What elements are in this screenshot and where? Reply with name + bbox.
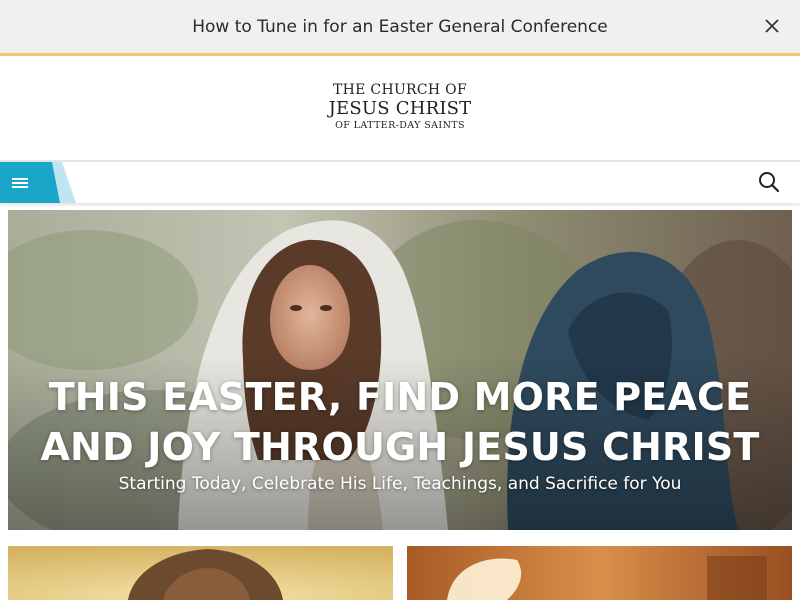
hero-subtitle: Starting Today, Celebrate His Life, Teac…: [118, 474, 682, 494]
painting-of-christ-card-image: [8, 546, 393, 600]
logo-line-1: THE CHURCH OF: [333, 82, 467, 98]
feature-card-left[interactable]: [8, 546, 393, 600]
feature-card-right[interactable]: [407, 546, 792, 600]
church-logo[interactable]: THE CHURCH OF JESUS CHRIST OF LATTER-DAY…: [0, 83, 800, 131]
logo-line-3: OF LATTER-DAY SAINTS: [335, 120, 465, 131]
empty-tomb-card-image: [407, 546, 792, 600]
search-icon[interactable]: [758, 171, 780, 193]
hero-title-line-2: AND JOY THROUGH JESUS CHRIST: [40, 425, 760, 469]
logo-header: THE CHURCH OF JESUS CHRIST OF LATTER-DAY…: [0, 56, 800, 160]
announcement-text[interactable]: How to Tune in for an Easter General Con…: [0, 17, 800, 37]
navigation-bar: [0, 160, 800, 203]
announcement-banner[interactable]: How to Tune in for an Easter General Con…: [0, 0, 800, 56]
hamburger-menu-icon: [12, 175, 30, 189]
hero-banner[interactable]: THIS EASTER, FIND MORE PEACE AND JOY THR…: [8, 210, 792, 530]
logo-line-2: JESUS CHRIST: [328, 98, 472, 119]
menu-button[interactable]: [0, 162, 76, 203]
close-icon[interactable]: [762, 16, 782, 36]
hero-title: THIS EASTER, FIND MORE PEACE AND JOY THR…: [8, 372, 792, 472]
hero-title-line-1: THIS EASTER, FIND MORE PEACE: [48, 375, 752, 419]
